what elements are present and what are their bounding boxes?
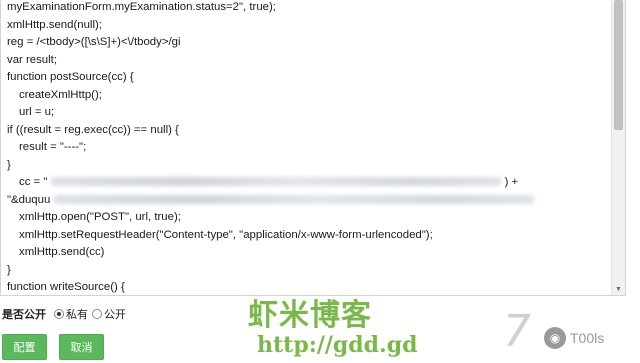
code-line-text: reg = /<tbody>([\s\S]+)<\/tbody>/gi — [7, 36, 181, 48]
scrollbar-thumb[interactable] — [614, 0, 623, 130]
code-line: myExaminationForm.myExamination.status=2… — [7, 0, 609, 17]
code-line-text: xmlHttp.open("POST", url, true); — [19, 211, 181, 223]
watermark-title: 虾米博客 — [248, 298, 372, 333]
code-line-text: url = u; — [19, 106, 55, 118]
code-text[interactable]: myExaminationForm.myExamination.status=2… — [7, 0, 609, 295]
public-label[interactable]: 公开 — [104, 306, 126, 322]
private-label[interactable]: 私有 — [66, 306, 88, 322]
code-line-text: myExaminationForm.myExamination.status=2… — [7, 1, 276, 13]
code-line: createXmlHttp(); — [7, 87, 609, 105]
code-line: cc = " ) + — [7, 174, 609, 192]
code-line: function postSource(cc) { — [7, 69, 609, 87]
code-line: if ((result = reg.exec(cc)) == null) { — [7, 122, 609, 140]
watermark-seven: 7 — [503, 306, 531, 357]
code-line-text: result = "----"; — [19, 141, 87, 153]
code-line-text: function writeSource() { — [7, 281, 125, 293]
code-line-text: "&duquu — [7, 193, 51, 206]
visibility-setting: 是否公开 私有 公开 — [2, 306, 126, 322]
visibility-label: 是否公开 — [2, 309, 46, 321]
code-line-text: cc = " — [19, 176, 48, 188]
code-line-text: function postSource(cc) { — [7, 71, 134, 83]
code-line-text: var result; — [7, 53, 58, 66]
code-line-text: xmlHttp.send(null); — [7, 18, 102, 31]
private-radio[interactable] — [54, 309, 64, 319]
code-editor[interactable]: myExaminationForm.myExamination.status=2… — [0, 0, 626, 296]
code-line: } — [7, 262, 609, 280]
code-line-text: } — [7, 263, 11, 276]
scroll-down-icon[interactable]: ▼ — [612, 284, 625, 295]
code-line: } — [7, 157, 609, 175]
watermark-url: http://gdd.gd — [257, 332, 418, 358]
code-line-text: xmlHttp.setRequestHeader("Content-type",… — [19, 228, 433, 241]
code-line: xmlHttp.send(cc) — [7, 244, 609, 262]
watermark-tag-text: T00ls — [570, 330, 605, 346]
code-line: reg = /<tbody>([\s\S]+)<\/tbody>/gi — [7, 34, 609, 52]
code-line: xmlHttp.send(null); — [7, 17, 609, 35]
code-line-text: if ((result = reg.exec(cc)) == null) { — [7, 123, 179, 136]
code-line: url = u; — [7, 104, 609, 122]
vertical-scrollbar[interactable]: ▼ — [611, 0, 625, 295]
code-line-text: createXmlHttp(); — [19, 88, 102, 101]
public-radio[interactable] — [92, 309, 102, 319]
code-line-text: xmlHttp.send(cc) — [19, 246, 105, 258]
code-line: result = "----"; — [7, 139, 609, 157]
code-line-text: } — [7, 158, 11, 171]
code-line: var result; — [7, 52, 609, 70]
code-line-tail: ) + — [501, 176, 519, 188]
configure-button[interactable]: 配置 — [2, 334, 47, 360]
wechat-icon: ◉ — [544, 327, 566, 349]
watermark-tag: ◉ T00ls — [544, 320, 636, 356]
code-line: "&duquu — [7, 192, 609, 210]
code-line: xmlHttp.open("POST", url, true); — [7, 209, 609, 227]
redacted-text — [54, 194, 535, 204]
redacted-text — [51, 177, 502, 187]
cancel-button[interactable]: 取消 — [59, 334, 104, 360]
code-line: xmlHttp.setRequestHeader("Content-type",… — [7, 227, 609, 245]
